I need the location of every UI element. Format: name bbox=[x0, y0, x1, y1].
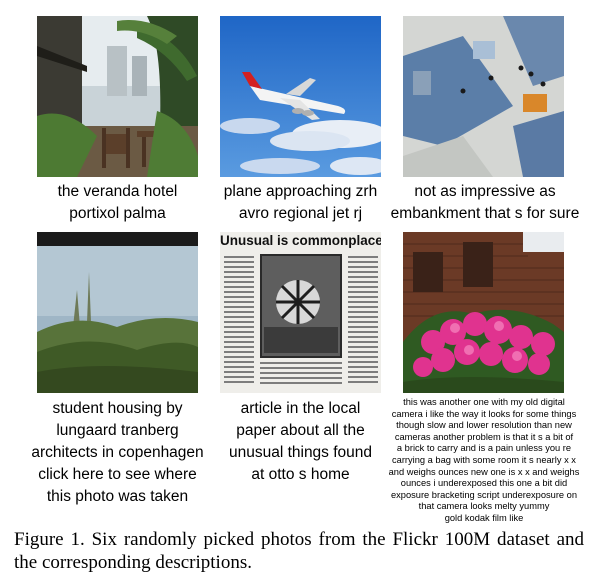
newspaper-article-caption: article in the local paper about all the… bbox=[228, 400, 373, 483]
veranda-hotel-photo bbox=[37, 16, 198, 177]
newspaper-headline: Unusual is commonplace bbox=[220, 233, 381, 248]
plane-caption: plane approaching zrh avro regional jet … bbox=[223, 183, 378, 222]
plaza-aerial-photo bbox=[403, 16, 564, 177]
plane-photo bbox=[220, 16, 381, 177]
veranda-hotel-caption: the veranda hotel portixol palma bbox=[57, 183, 178, 222]
figure-label: Figure 1. bbox=[14, 529, 85, 550]
figure-caption-text: Six randomly picked photos from the Flic… bbox=[14, 529, 585, 573]
figure-caption: Figure 1. Six randomly picked photos fro… bbox=[14, 528, 584, 574]
photo-grid-figure: the veranda hotel portixol palma plane a… bbox=[0, 0, 598, 523]
student-housing-caption: student housing by lungaard tranberg arc… bbox=[31, 400, 204, 505]
student-housing-photo bbox=[37, 232, 198, 393]
newspaper-article-photo: Unusual is commonplace bbox=[220, 232, 381, 393]
pink-flowers-photo bbox=[403, 232, 564, 393]
pink-flowers-caption: this was another one with my old digital… bbox=[388, 397, 580, 523]
plaza-aerial-caption: not as impressive as embankment that s f… bbox=[390, 183, 580, 222]
